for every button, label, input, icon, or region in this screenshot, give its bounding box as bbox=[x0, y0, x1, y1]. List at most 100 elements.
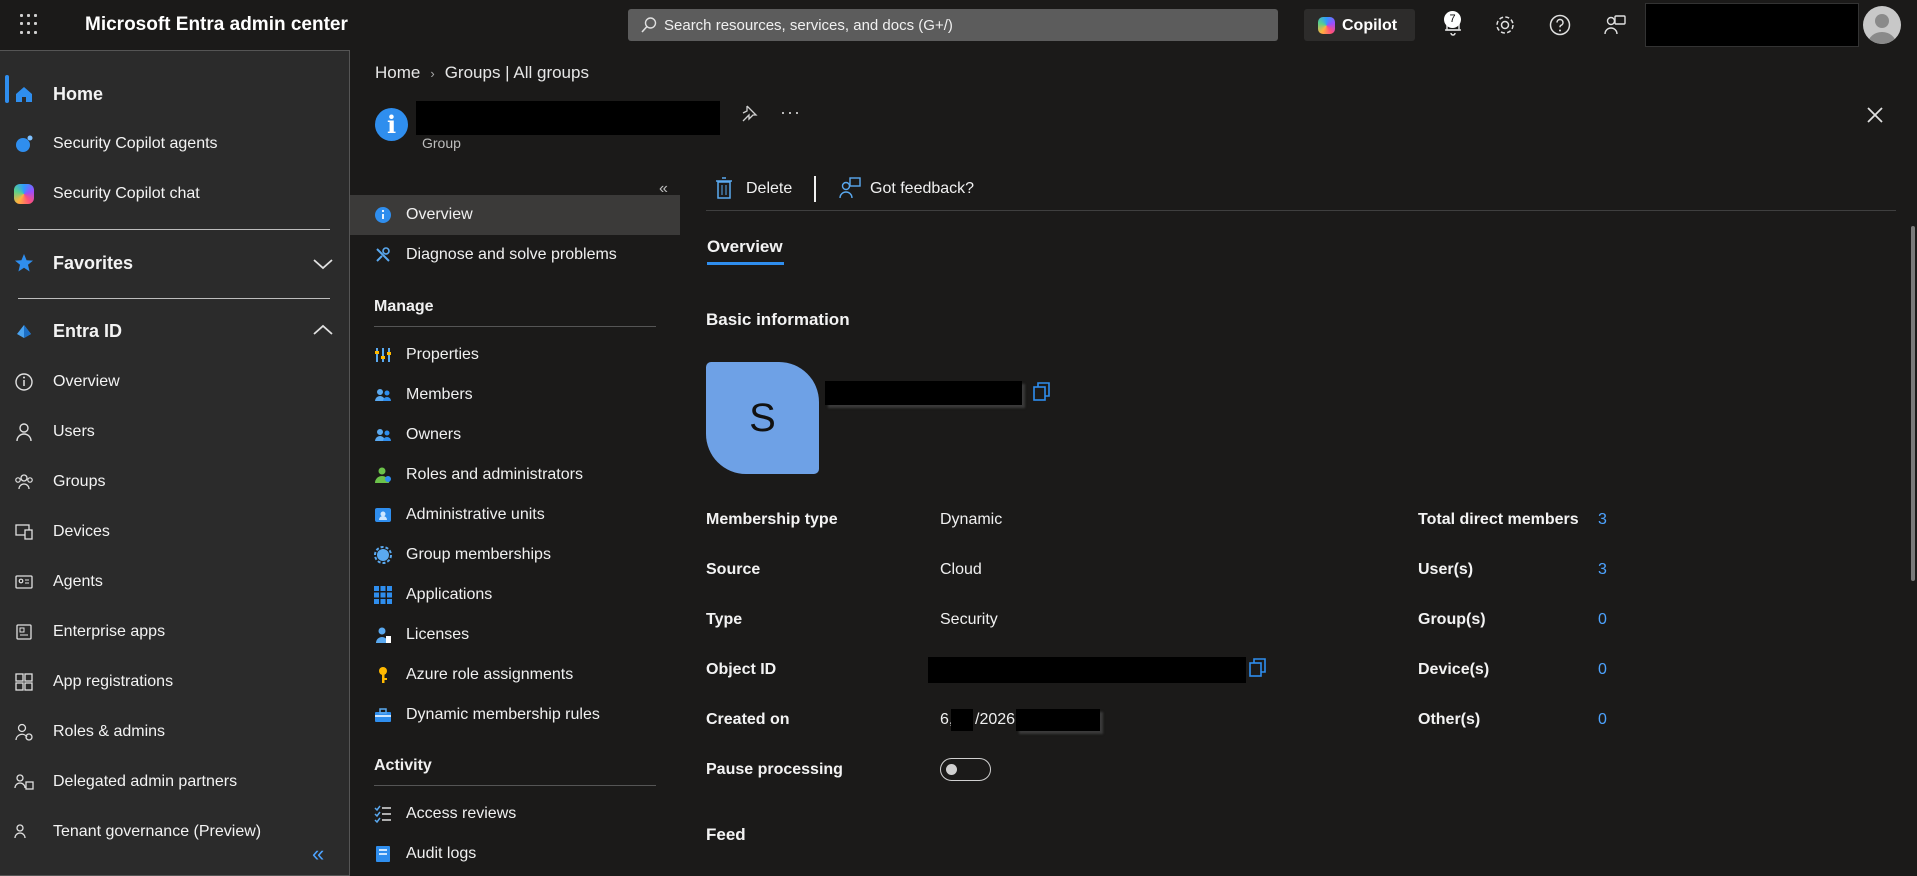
partners-icon bbox=[14, 774, 34, 790]
menu-item-owners[interactable]: Owners bbox=[350, 415, 680, 455]
user-avatar[interactable] bbox=[1863, 6, 1901, 44]
nav-label: Groups bbox=[53, 473, 106, 490]
close-icon[interactable] bbox=[1864, 104, 1886, 126]
prop-label-groups: Group(s) bbox=[1418, 611, 1486, 628]
menu-item-group-memberships[interactable]: Group memberships bbox=[350, 535, 680, 575]
nav-app-registrations[interactable]: App registrations bbox=[0, 660, 348, 704]
star-icon bbox=[15, 254, 33, 272]
nav-divider bbox=[18, 298, 330, 299]
menu-item-applications[interactable]: Applications bbox=[350, 575, 680, 615]
search-icon bbox=[641, 17, 657, 33]
menu-item-access-reviews[interactable]: Access reviews bbox=[350, 794, 680, 834]
app-launcher-icon[interactable] bbox=[20, 14, 42, 36]
app-title[interactable]: Microsoft Entra admin center bbox=[85, 14, 348, 36]
feedback-label: Got feedback? bbox=[870, 180, 975, 197]
menu-item-azure-role-assignments[interactable]: Azure role assignments bbox=[350, 655, 680, 695]
collapse-nav-button[interactable]: « bbox=[312, 841, 324, 867]
menu-item-members[interactable]: Members bbox=[350, 375, 680, 415]
nav-roles-admins[interactable]: Roles & admins bbox=[0, 710, 348, 754]
nav-groups[interactable]: Groups bbox=[0, 460, 348, 504]
nav-favorites[interactable]: Favorites bbox=[0, 241, 348, 285]
menu-item-administrative-units[interactable]: Administrative units bbox=[350, 495, 680, 535]
nav-users[interactable]: Users bbox=[0, 410, 348, 454]
nav-label: Enterprise apps bbox=[53, 623, 166, 640]
section-title-basic-information: Basic information bbox=[706, 310, 850, 329]
copy-icon[interactable] bbox=[1032, 381, 1052, 403]
nav-agents[interactable]: Agents bbox=[0, 560, 348, 604]
menu-label: Licenses bbox=[406, 626, 470, 643]
enterprise-apps-icon bbox=[16, 624, 32, 640]
nav-label: Delegated admin partners bbox=[53, 773, 238, 790]
nav-security-copilot-chat[interactable]: Security Copilot chat bbox=[0, 172, 348, 216]
breadcrumb-groups[interactable]: Groups | All groups bbox=[445, 63, 589, 82]
feedback-icon[interactable] bbox=[1602, 12, 1628, 38]
nav-delegated-admin-partners[interactable]: Delegated admin partners bbox=[0, 760, 348, 804]
nav-entra-id[interactable]: Entra ID bbox=[0, 309, 348, 353]
breadcrumb-home[interactable]: Home bbox=[375, 63, 420, 82]
pause-processing-toggle[interactable] bbox=[940, 758, 991, 781]
nav-label: Roles & admins bbox=[53, 723, 166, 740]
prop-value-source: Cloud bbox=[940, 561, 982, 578]
members-icon bbox=[375, 389, 391, 401]
menu-label: Applications bbox=[406, 586, 493, 603]
search-placeholder: Search resources, services, and docs (G+… bbox=[664, 17, 953, 34]
pin-icon[interactable] bbox=[740, 104, 758, 122]
help-icon[interactable] bbox=[1547, 12, 1573, 38]
licenses-icon bbox=[376, 627, 391, 643]
link-devices-count[interactable]: 0 bbox=[1598, 661, 1607, 679]
menu-item-roles-administrators[interactable]: Roles and administrators bbox=[350, 455, 680, 495]
nav-devices[interactable]: Devices bbox=[0, 510, 348, 554]
nav-overview[interactable]: Overview bbox=[0, 360, 348, 404]
roles-icon bbox=[15, 723, 33, 741]
menu-label: Overview bbox=[406, 206, 473, 223]
more-options-button[interactable]: ··· bbox=[780, 102, 801, 123]
home-icon bbox=[16, 87, 32, 102]
applications-icon bbox=[374, 586, 392, 604]
nav-security-copilot-agents[interactable]: Security Copilot agents bbox=[0, 122, 348, 166]
menu-item-diagnose[interactable]: Diagnose and solve problems bbox=[350, 235, 680, 275]
scrollbar-thumb[interactable] bbox=[1911, 226, 1915, 581]
owners-icon bbox=[375, 429, 391, 441]
settings-gear-icon[interactable] bbox=[1492, 12, 1518, 38]
chevron-down-icon[interactable] bbox=[312, 257, 334, 271]
copilot-agents-icon bbox=[16, 135, 33, 152]
link-users-count[interactable]: 3 bbox=[1598, 561, 1607, 579]
chevron-right-icon: › bbox=[430, 66, 435, 81]
menu-divider bbox=[374, 326, 656, 327]
menu-label: Access reviews bbox=[406, 805, 517, 822]
menu-item-dynamic-membership-rules[interactable]: Dynamic membership rules bbox=[350, 695, 680, 735]
breadcrumb: Home › Groups | All groups bbox=[375, 63, 589, 83]
command-bar-divider bbox=[706, 210, 1896, 211]
nav-label: Entra ID bbox=[53, 321, 123, 341]
menu-item-licenses[interactable]: Licenses bbox=[350, 615, 680, 655]
copilot-button[interactable]: Copilot bbox=[1304, 9, 1415, 41]
chevron-up-icon[interactable] bbox=[312, 323, 334, 337]
nav-home[interactable]: Home bbox=[0, 72, 348, 116]
nav-tenant-governance[interactable]: Tenant governance (Preview) bbox=[0, 810, 348, 840]
section-title-feed: Feed bbox=[706, 825, 746, 844]
link-total-direct-members[interactable]: 3 bbox=[1598, 511, 1607, 529]
prop-value-type: Security bbox=[940, 611, 998, 628]
group-info-icon: i bbox=[375, 108, 408, 141]
menu-item-properties[interactable]: Properties bbox=[350, 335, 680, 375]
search-input[interactable]: Search resources, services, and docs (G+… bbox=[628, 9, 1278, 41]
copilot-label: Copilot bbox=[1342, 17, 1398, 34]
group-display-name-redacted bbox=[825, 381, 1022, 405]
properties-icon bbox=[375, 348, 391, 362]
nav-label: Favorites bbox=[53, 253, 134, 273]
link-groups-count[interactable]: 0 bbox=[1598, 611, 1607, 629]
menu-item-overview[interactable]: Overview bbox=[350, 195, 680, 235]
menu-section-activity: Activity bbox=[374, 757, 432, 774]
group-name-redacted bbox=[416, 101, 720, 135]
nav-enterprise-apps[interactable]: Enterprise apps bbox=[0, 610, 348, 654]
prop-label-source: Source bbox=[706, 561, 761, 578]
nav-label: Security Copilot chat bbox=[53, 185, 200, 202]
link-others-count[interactable]: 0 bbox=[1598, 711, 1607, 729]
menu-label: Group memberships bbox=[406, 546, 551, 563]
tab-overview[interactable]: Overview bbox=[707, 237, 783, 257]
menu-item-audit-logs[interactable]: Audit logs bbox=[350, 834, 680, 874]
resource-menu: Overview Diagnose and solve problems Man… bbox=[350, 180, 680, 876]
copy-object-id-icon[interactable] bbox=[1248, 657, 1268, 679]
account-name-redacted[interactable] bbox=[1645, 3, 1859, 47]
menu-label: Azure role assignments bbox=[406, 666, 574, 683]
